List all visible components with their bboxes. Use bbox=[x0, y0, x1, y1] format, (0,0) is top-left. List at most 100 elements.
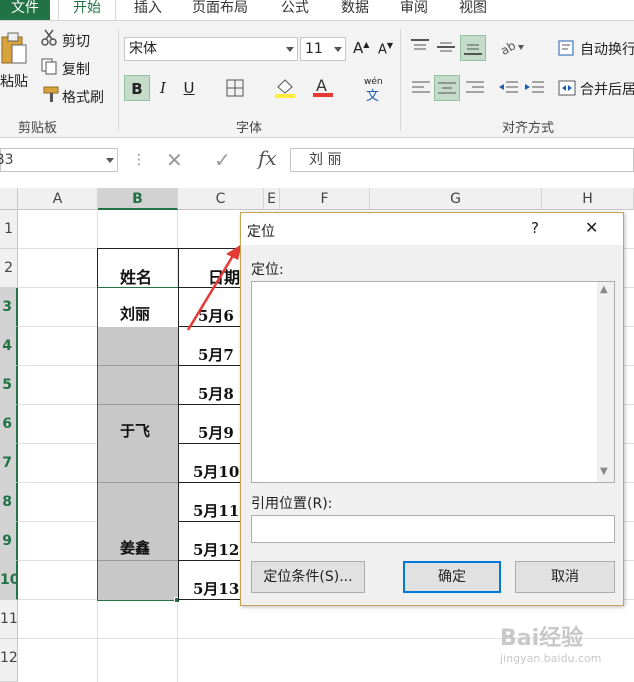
bold-button[interactable]: B bbox=[124, 75, 150, 101]
date-cell[interactable]: 5月7 bbox=[198, 344, 234, 365]
decrease-indent-icon[interactable] bbox=[498, 79, 520, 101]
fill-color-icon[interactable] bbox=[274, 77, 296, 103]
watermark-url: jingyan.baidu.com bbox=[500, 652, 602, 665]
scroll-down-icon[interactable]: ▼ bbox=[600, 466, 608, 477]
column-header-g[interactable]: G bbox=[370, 188, 542, 210]
cell-divider bbox=[98, 482, 178, 483]
align-right-icon[interactable] bbox=[464, 79, 486, 101]
date-cell[interactable]: 5月12 bbox=[193, 539, 239, 560]
listbox-scrollbar[interactable]: ▲ ▼ bbox=[597, 282, 614, 482]
tab-review[interactable]: 审阅 bbox=[386, 0, 442, 20]
scroll-up-icon[interactable]: ▲ bbox=[600, 284, 608, 295]
cell-reference: B3 bbox=[0, 152, 14, 168]
increase-font-icon[interactable]: A▲ bbox=[353, 39, 369, 57]
font-color-icon[interactable]: A bbox=[312, 75, 334, 103]
column-header-f[interactable]: F bbox=[280, 188, 370, 210]
cut-button[interactable]: 剪切 bbox=[62, 31, 90, 51]
formula-input[interactable]: 刘 丽 bbox=[290, 148, 634, 172]
close-button[interactable]: ✕ bbox=[585, 218, 598, 237]
name-cell-1[interactable]: 刘丽 bbox=[120, 303, 150, 324]
merge-center-button[interactable]: 合并后居 bbox=[580, 79, 634, 99]
date-cell[interactable]: 5月11 bbox=[193, 500, 239, 521]
table-cell-border bbox=[178, 521, 242, 522]
row-header-4[interactable]: 4 bbox=[0, 327, 18, 366]
font-name-select[interactable]: 宋体 bbox=[124, 37, 298, 61]
help-button[interactable]: ? bbox=[531, 219, 539, 237]
select-all-corner[interactable] bbox=[0, 188, 18, 210]
cancel-entry-icon[interactable]: ✕ bbox=[166, 148, 183, 172]
tab-view[interactable]: 视图 bbox=[448, 0, 498, 20]
date-cell[interactable]: 5月8 bbox=[198, 383, 234, 404]
confirm-entry-icon[interactable]: ✓ bbox=[214, 148, 231, 172]
formula-bar: B3 ⋮ ✕ ✓ fx 刘 丽 bbox=[0, 138, 634, 182]
align-left-icon[interactable] bbox=[410, 79, 432, 101]
column-header-e[interactable]: E bbox=[264, 188, 280, 210]
tab-home[interactable]: 开始 bbox=[58, 0, 116, 20]
row-header-6[interactable]: 6 bbox=[0, 405, 18, 444]
special-button[interactable]: 定位条件(S)... bbox=[251, 561, 365, 593]
name-cell-3[interactable]: 姜鑫 bbox=[120, 537, 150, 558]
align-bottom-icon[interactable] bbox=[460, 35, 486, 61]
italic-button[interactable]: I bbox=[150, 75, 176, 101]
row-header-3[interactable]: 3 bbox=[0, 288, 18, 327]
row-header-12[interactable]: 12 bbox=[0, 639, 18, 682]
name-cell-2[interactable]: 于飞 bbox=[120, 420, 150, 441]
row-header-10[interactable]: 10 bbox=[0, 561, 18, 600]
date-cell[interactable]: 5月9 bbox=[198, 422, 234, 443]
align-middle-icon[interactable] bbox=[434, 37, 458, 61]
increase-indent-icon[interactable] bbox=[524, 79, 546, 101]
format-painter-button[interactable]: 格式刷 bbox=[62, 87, 104, 107]
goto-label: 定位: bbox=[251, 262, 284, 278]
column-header-h[interactable]: H bbox=[542, 188, 634, 210]
copy-button[interactable]: 复制 bbox=[62, 59, 90, 79]
goto-listbox[interactable]: ▲ ▼ bbox=[251, 281, 615, 483]
goto-dialog: 定位 ? ✕ 定位: ▲ ▼ 引用位置(R): 定位条件(S)... 确定 取消 bbox=[240, 212, 624, 606]
border-icon[interactable] bbox=[226, 79, 246, 101]
tab-formulas[interactable]: 公式 bbox=[266, 0, 324, 20]
date-cell[interactable]: 5月13 bbox=[193, 578, 239, 599]
wrap-text-button[interactable]: 自动换行 bbox=[580, 39, 634, 59]
ribbon-tab-bar: 文件 开始 插入 页面布局 公式 数据 审阅 视图 bbox=[0, 0, 634, 20]
column-header-c[interactable]: C bbox=[178, 188, 264, 210]
group-separator bbox=[400, 29, 401, 131]
row-header-11[interactable]: 11 bbox=[0, 600, 18, 639]
row-header-9[interactable]: 9 bbox=[0, 522, 18, 561]
align-center-icon[interactable] bbox=[434, 75, 460, 101]
tab-file[interactable]: 文件 bbox=[0, 0, 50, 20]
cancel-button[interactable]: 取消 bbox=[515, 561, 615, 593]
orientation-icon[interactable]: ab bbox=[498, 37, 528, 61]
reference-input[interactable] bbox=[251, 515, 615, 543]
format-painter-icon bbox=[42, 85, 60, 107]
paste-icon[interactable] bbox=[0, 31, 28, 67]
column-header-b[interactable]: B bbox=[98, 188, 178, 210]
tab-page-layout[interactable]: 页面布局 bbox=[180, 0, 260, 20]
table-cell-border bbox=[178, 599, 242, 600]
date-cell[interactable]: 5月10 bbox=[193, 461, 239, 482]
decrease-font-icon[interactable]: A▼ bbox=[378, 41, 393, 57]
more-options-icon[interactable]: ⋮ bbox=[132, 152, 146, 168]
row-header-2[interactable]: 2 bbox=[0, 249, 18, 288]
row-header-8[interactable]: 8 bbox=[0, 483, 18, 522]
font-size-select[interactable]: 11 bbox=[300, 37, 346, 61]
tab-insert[interactable]: 插入 bbox=[122, 0, 174, 20]
table-cell-border bbox=[178, 482, 242, 483]
column-header-a[interactable]: A bbox=[18, 188, 98, 210]
reference-label: 引用位置(R): bbox=[251, 496, 333, 512]
paste-button[interactable]: 粘贴 bbox=[0, 71, 28, 91]
align-top-icon[interactable] bbox=[408, 37, 432, 61]
fill-handle[interactable] bbox=[174, 597, 180, 603]
header-name: 姓名 bbox=[120, 268, 153, 287]
row-header-7[interactable]: 7 bbox=[0, 444, 18, 483]
ok-button[interactable]: 确定 bbox=[403, 561, 501, 593]
chevron-down-icon bbox=[334, 47, 342, 52]
font-group-title: 字体 bbox=[236, 121, 263, 136]
table-cell-border bbox=[178, 287, 179, 601]
row-header-5[interactable]: 5 bbox=[0, 366, 18, 405]
row-header-1[interactable]: 1 bbox=[0, 210, 18, 249]
phonetic-icon[interactable]: 文 bbox=[366, 85, 379, 104]
underline-button[interactable]: U bbox=[176, 75, 202, 101]
name-box[interactable]: B3 bbox=[0, 148, 118, 172]
svg-text:A: A bbox=[316, 76, 327, 95]
insert-function-icon[interactable]: fx bbox=[258, 146, 277, 170]
tab-data[interactable]: 数据 bbox=[330, 0, 380, 20]
